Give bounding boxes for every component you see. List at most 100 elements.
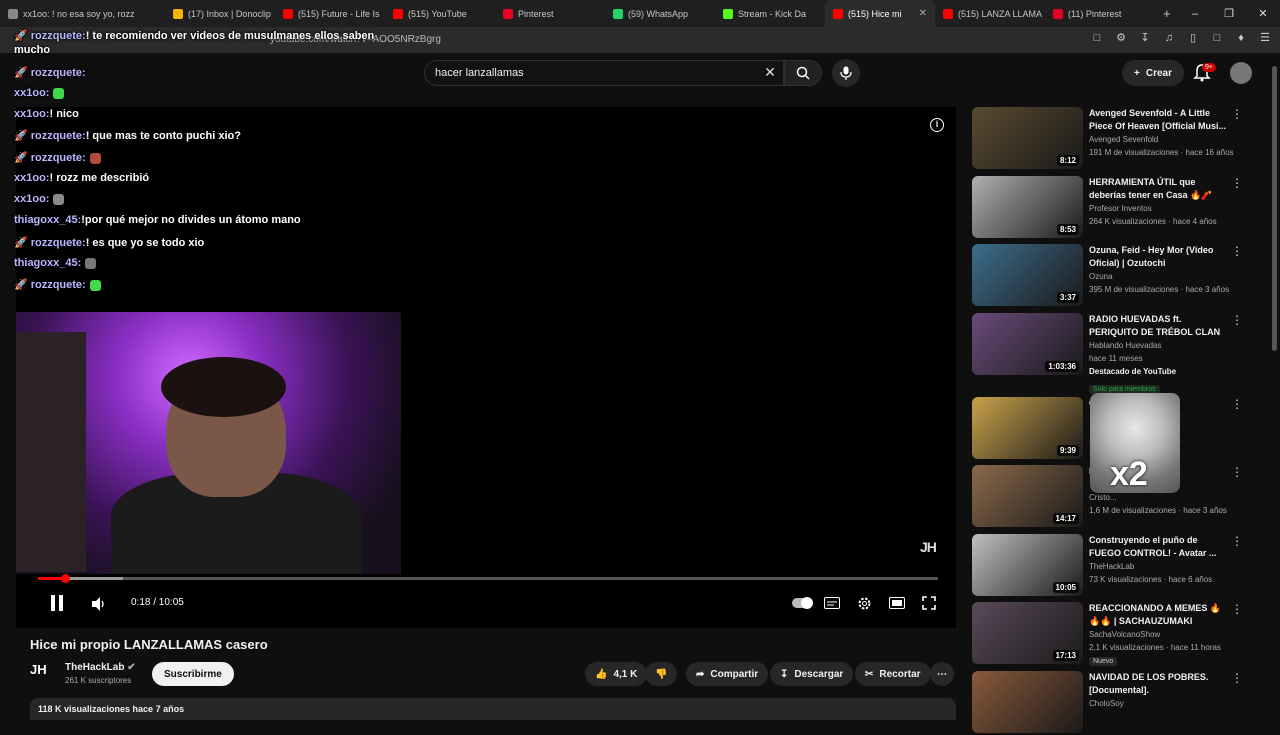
channel-name[interactable]: TheHackLab ✔: [65, 662, 136, 673]
description-views[interactable]: 118 K visualizaciones hace 7 años: [30, 698, 956, 720]
new-tab-button[interactable]: +: [1155, 0, 1179, 27]
recommended-title[interactable]: Avenged Sevenfold - A Little Piece Of He…: [1089, 107, 1229, 133]
recommended-title[interactable]: Ozuna, Feid - Hey Mor (Video Oficial) | …: [1089, 244, 1229, 270]
tab-favicon-icon: [8, 8, 18, 19]
sidebar-icon[interactable]: ▯: [1186, 31, 1200, 45]
more-actions-button[interactable]: ⋯: [930, 662, 954, 686]
tab-favicon-icon: [173, 8, 183, 19]
wallet-icon[interactable]: □: [1210, 31, 1224, 45]
browser-tab[interactable]: (59) WhatsApp: [605, 0, 715, 27]
download-button[interactable]: ↧ Descargar: [770, 662, 854, 686]
more-options-icon[interactable]: ⋮: [1231, 465, 1243, 479]
more-options-icon[interactable]: ⋮: [1231, 176, 1243, 190]
shield-icon[interactable]: ♦: [1234, 31, 1248, 45]
search-button[interactable]: [784, 60, 822, 86]
close-tab-icon[interactable]: ✕: [919, 8, 927, 19]
create-button[interactable]: + Crear: [1122, 60, 1184, 86]
info-icon[interactable]: i: [930, 118, 944, 132]
recommended-channel[interactable]: Profesor Inventos: [1089, 204, 1152, 213]
chat-emote-icon: [89, 279, 101, 291]
browser-tab[interactable]: (515) Hice mi ✕: [825, 0, 935, 27]
chat-text: ! es que yo se todo xio: [85, 237, 205, 249]
subscribe-button[interactable]: Suscribirme: [152, 662, 234, 686]
recommended-channel[interactable]: Hablando Huevadas: [1089, 341, 1162, 350]
recommended-title[interactable]: HERRAMIENTA ÚTIL que deberías tener en C…: [1089, 176, 1229, 202]
maximize-icon[interactable]: ❐: [1212, 7, 1246, 20]
recommended-title[interactable]: RADIO HUEVADAS ft. PERIQUITO DE TRÉBOL C…: [1089, 313, 1229, 339]
more-options-icon[interactable]: ⋮: [1231, 244, 1243, 258]
more-options-icon[interactable]: ⋮: [1231, 313, 1243, 327]
clear-search-icon[interactable]: ✕: [762, 64, 778, 81]
more-options-icon[interactable]: ⋮: [1231, 671, 1243, 685]
pause-button[interactable]: [49, 594, 65, 612]
video-duration: 9:39: [1056, 445, 1079, 456]
recommended-video[interactable]: 1:03:36 RADIO HUEVADAS ft. PERIQUITO DE T…: [972, 313, 1244, 394]
recommended-channel[interactable]: Cristo...: [1089, 493, 1117, 502]
more-options-icon[interactable]: ⋮: [1231, 107, 1243, 121]
menu-icon[interactable]: ☰: [1258, 31, 1272, 45]
recommended-video[interactable]: 17:13 REACCIONANDO A MEMES 🔥🔥🔥 | SACHAUZU…: [972, 602, 1244, 666]
browser-tab[interactable]: (515) LANZA LLAMA: [935, 0, 1045, 27]
video-thumbnail[interactable]: 8:53: [972, 176, 1083, 238]
fullscreen-icon[interactable]: [922, 596, 936, 610]
autoplay-toggle[interactable]: [792, 597, 813, 609]
browser-tab[interactable]: (17) Inbox | Donoclip: [165, 0, 275, 27]
close-window-icon[interactable]: ✕: [1246, 7, 1280, 20]
recommended-channel[interactable]: Ozuna: [1089, 272, 1113, 281]
channel-avatar[interactable]: JH: [30, 662, 56, 688]
recommended-video[interactable]: 10:05 Construyendo el puño de FUEGO CONTR…: [972, 534, 1244, 598]
channel-watermark[interactable]: JH: [920, 539, 937, 555]
recommended-video[interactable]: 3:37 Ozuna, Feid - Hey Mor (Video Oficial…: [972, 244, 1244, 308]
video-thumbnail[interactable]: [972, 671, 1083, 733]
voice-search-button[interactable]: [832, 59, 860, 87]
like-button[interactable]: 👍 4,1 K: [585, 662, 648, 686]
browser-tab[interactable]: (515) YouTube: [385, 0, 495, 27]
video-thumbnail[interactable]: 1:03:36: [972, 313, 1083, 375]
translate-icon[interactable]: □: [1090, 31, 1104, 45]
minimize-icon[interactable]: –: [1178, 8, 1212, 20]
video-thumbnail[interactable]: 8:12: [972, 107, 1083, 169]
subtitles-icon[interactable]: [824, 597, 840, 609]
recommended-channel[interactable]: CholoSoy: [1089, 699, 1124, 708]
browser-tab[interactable]: (11) Pinterest: [1045, 0, 1155, 27]
browser-tab[interactable]: xx1oo: ! no esa soy yo, rozz: [0, 0, 165, 27]
video-thumbnail[interactable]: 14:17: [972, 465, 1083, 527]
recommended-video[interactable]: 8:12 Avenged Sevenfold - A Little Piece O…: [972, 107, 1244, 171]
recommended-title[interactable]: Construyendo el puño de FUEGO CONTROL! -…: [1089, 534, 1229, 560]
progress-bar[interactable]: [38, 574, 938, 583]
tab-favicon-icon: [613, 8, 623, 19]
account-avatar[interactable]: [1230, 62, 1252, 84]
recommended-video[interactable]: 8:53 HERRAMIENTA ÚTIL que deberías tener …: [972, 176, 1244, 240]
recommended-video[interactable]: NAVIDAD DE LOS POBRES. [Documental]. Chol…: [972, 671, 1244, 735]
dislike-button[interactable]: 👎: [645, 662, 678, 686]
recommended-channel[interactable]: Avenged Sevenfold: [1089, 135, 1158, 144]
chat-username: rozzquete:: [30, 67, 86, 79]
theater-mode-icon[interactable]: [889, 597, 905, 609]
more-options-icon[interactable]: ⋮: [1231, 397, 1243, 411]
recommended-channel[interactable]: TheHackLab: [1089, 562, 1134, 571]
clip-button[interactable]: ✂ Recortar: [855, 662, 931, 686]
recommended-channel[interactable]: SachaVolcanoShow: [1089, 630, 1160, 639]
settings-gear-icon[interactable]: [857, 596, 872, 611]
page-scrollbar[interactable]: [1272, 66, 1277, 351]
video-thumbnail[interactable]: 10:05: [972, 534, 1083, 596]
browser-tab[interactable]: Pinterest: [495, 0, 605, 27]
share-button[interactable]: ➦ Compartir: [686, 662, 769, 686]
recommended-title[interactable]: NAVIDAD DE LOS POBRES. [Documental].: [1089, 671, 1229, 697]
volume-icon[interactable]: [91, 597, 107, 611]
video-player[interactable]: i JH 0:18 / 10:05: [16, 107, 956, 628]
extensions-icon[interactable]: ⚙: [1114, 31, 1128, 45]
more-options-icon[interactable]: ⋮: [1231, 602, 1243, 616]
media-icon[interactable]: ♫: [1162, 31, 1176, 45]
scrubber-handle[interactable]: [61, 574, 70, 583]
video-thumbnail[interactable]: 3:37: [972, 244, 1083, 306]
browser-tab[interactable]: Stream - Kick Da: [715, 0, 825, 27]
chat-message: 🚀 rozzquete:! que mas te conto puchi xio?: [14, 129, 241, 142]
video-thumbnail[interactable]: 17:13: [972, 602, 1083, 664]
browser-tab[interactable]: (515) Future - Life Is: [275, 0, 385, 27]
video-thumbnail[interactable]: 9:39: [972, 397, 1083, 459]
search-input[interactable]: hacer lanzallamas: [424, 60, 784, 86]
download-icon[interactable]: ↧: [1138, 31, 1152, 45]
more-options-icon[interactable]: ⋮: [1231, 534, 1243, 548]
recommended-title[interactable]: REACCIONANDO A MEMES 🔥🔥🔥 | SACHAUZUMAKI: [1089, 602, 1229, 628]
